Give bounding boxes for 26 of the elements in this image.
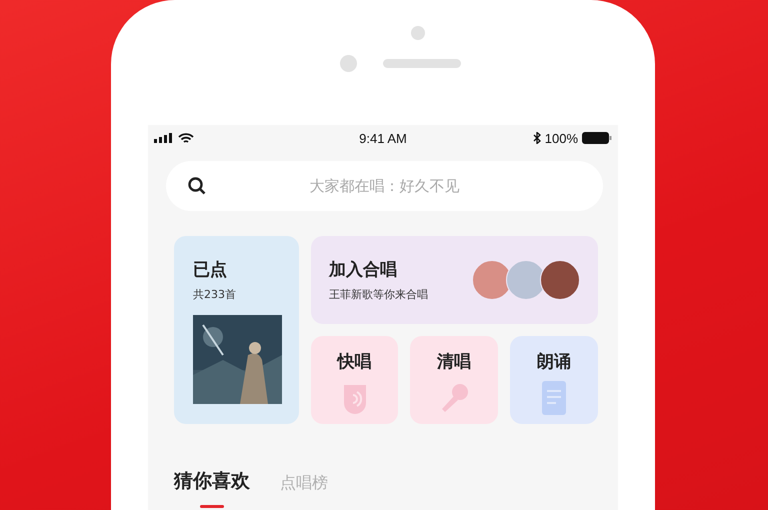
battery-percent: 100% <box>544 130 578 146</box>
chorus-card[interactable]: 加入合唱 王菲新歌等你来合唱 <box>311 236 598 324</box>
battery-icon <box>582 132 612 144</box>
mode-card[interactable]: 清唱 <box>410 336 498 424</box>
camera-icon <box>411 26 425 40</box>
card-title: 已点 <box>193 259 228 281</box>
search-icon <box>188 177 206 195</box>
mode-card[interactable]: 快唱 <box>311 336 398 424</box>
tab[interactable]: 猜你喜欢 <box>174 468 250 508</box>
mode-card[interactable]: 朗诵 <box>510 336 598 424</box>
song-count: 共233首 <box>193 287 237 302</box>
wifi-icon <box>178 132 194 144</box>
document-icon <box>542 381 566 415</box>
card-title: 加入合唱 <box>329 259 398 281</box>
sensor-icon <box>340 55 357 72</box>
speaker-icon <box>383 59 461 68</box>
search-field[interactable]: 大家都在唱：好久不见 <box>166 161 603 211</box>
bluetooth-icon <box>532 132 541 144</box>
card-title: 朗诵 <box>537 351 571 373</box>
card-title: 快唱 <box>338 351 372 373</box>
tab-indicator <box>200 505 224 508</box>
signal-icon <box>154 133 174 143</box>
clock-time: 9:41 AM <box>359 130 407 146</box>
ordered-card[interactable]: 已点 共233首 <box>174 236 299 424</box>
card-subtitle: 王菲新歌等你来合唱 <box>329 287 429 302</box>
card-title: 清唱 <box>437 351 471 373</box>
